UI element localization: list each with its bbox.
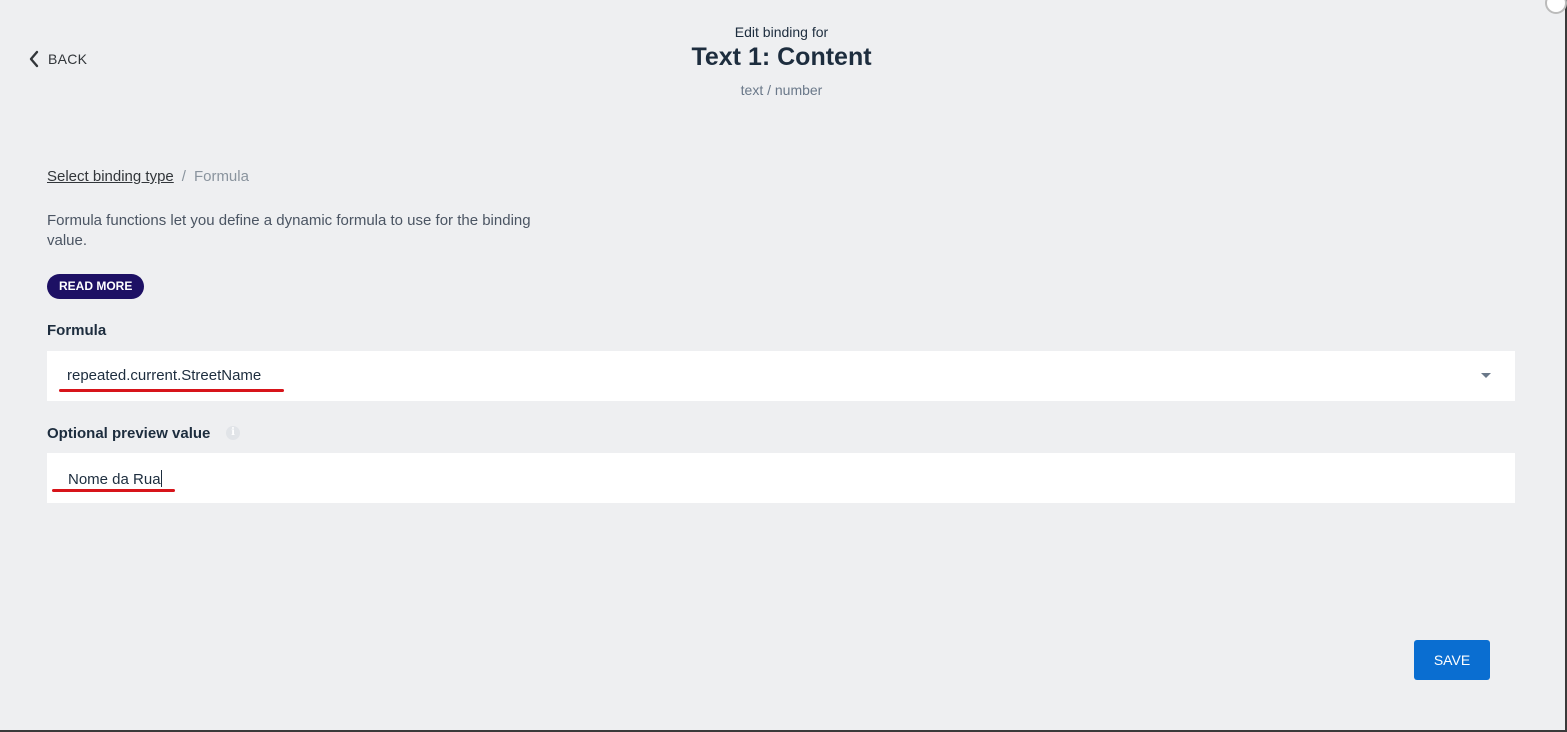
read-more-button[interactable]: READ MORE [47, 274, 145, 299]
annotation-underline [52, 489, 175, 492]
save-button[interactable]: SAVE [1414, 640, 1490, 680]
formula-value: repeated.current.StreetName [67, 367, 262, 384]
breadcrumb-separator: / [181, 168, 186, 185]
binding-type-label: text / number [740, 82, 823, 98]
preview-label: Optional preview value [47, 425, 211, 442]
annotation-underline [59, 389, 284, 392]
breadcrumb-current: Formula [193, 168, 249, 185]
dropdown-arrow-icon[interactable] [1481, 373, 1491, 378]
breadcrumb-link-select-binding-type[interactable]: Select binding type [47, 168, 174, 185]
formula-input[interactable]: repeated.current.StreetName [47, 351, 1515, 401]
page-title: Text 1: Content [691, 43, 872, 71]
formula-description: Formula functions let you define a dynam… [47, 212, 531, 249]
preview-value: Nome da Rua [68, 471, 161, 488]
preview-value-wrapper: Nome da Rua [68, 470, 162, 488]
breadcrumb: Select binding type / Formula [47, 168, 249, 185]
info-icon[interactable]: i [226, 426, 240, 440]
preview-value-input[interactable]: Nome da Rua [47, 453, 1515, 503]
header-subtitle: Edit binding for [734, 24, 829, 40]
dialog-header: Edit binding for Text 1: Content text / … [0, 24, 1563, 98]
formula-label: Formula [47, 322, 107, 339]
text-cursor [160, 470, 162, 487]
